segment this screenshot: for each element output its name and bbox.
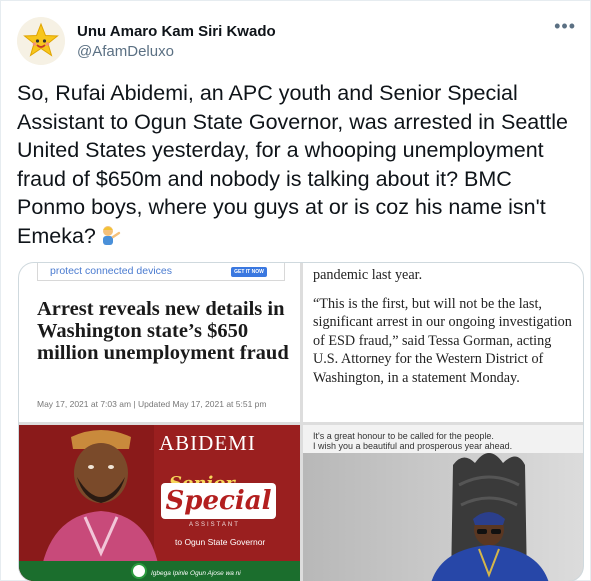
poster-footer-text: Igbega Ipinle Ogun Ajose wa ni bbox=[151, 570, 241, 577]
photo-caption-line1: It's a great honour to be called for the… bbox=[313, 431, 494, 441]
photo-caption-strip: It's a great honour to be called for the… bbox=[303, 425, 583, 453]
media-grid[interactable]: protect connected devices GET IT NOW Arr… bbox=[18, 262, 584, 581]
media-article-headline[interactable]: protect connected devices GET IT NOW Arr… bbox=[19, 263, 300, 422]
quote-block: pandemic last year. “This is the first, … bbox=[313, 266, 578, 388]
party-logo-icon bbox=[131, 563, 147, 579]
poster-assistant: ASSISTANT bbox=[189, 522, 240, 528]
tweet-card[interactable]: Unu Amaro Kam Siri Kwado @AfamDeluxo •••… bbox=[0, 0, 591, 581]
media-article-quote[interactable]: pandemic last year. “This is the first, … bbox=[303, 263, 583, 422]
quote-body: “This is the first, but will not be the … bbox=[313, 295, 572, 386]
poster-special: Special bbox=[161, 483, 276, 519]
tweet-text: So, Rufai Abidemi, an APC youth and Seni… bbox=[17, 79, 582, 250]
more-horizontal-icon[interactable]: ••• bbox=[554, 17, 576, 35]
man-tipping-hand-emoji bbox=[99, 224, 121, 246]
poster-role: to Ogun State Governor bbox=[175, 537, 266, 547]
quote-first-line: pandemic last year. bbox=[313, 267, 423, 283]
star-avatar-icon bbox=[17, 17, 65, 65]
poster-name: ABIDEMI bbox=[159, 431, 256, 455]
article-dateline: May 17, 2021 at 7:03 am | Updated May 17… bbox=[37, 399, 267, 409]
ad-button: GET IT NOW bbox=[231, 267, 267, 277]
article-headline: Arrest reveals new details in Washington… bbox=[37, 298, 289, 364]
media-campaign-poster[interactable]: ABIDEMI Senior Special ASSISTANT to Ogun… bbox=[19, 425, 300, 581]
avatar[interactable] bbox=[17, 17, 65, 65]
ad-text: protect connected devices bbox=[50, 265, 172, 277]
user-handle[interactable]: @AfamDeluxo bbox=[77, 43, 174, 60]
ad-banner: protect connected devices GET IT NOW bbox=[37, 263, 285, 281]
photo-caption-line2: I wish you a beautiful and prosperous ye… bbox=[313, 441, 513, 451]
display-name[interactable]: Unu Amaro Kam Siri Kwado bbox=[77, 23, 276, 40]
media-seated-photo[interactable]: It's a great honour to be called for the… bbox=[303, 425, 583, 581]
